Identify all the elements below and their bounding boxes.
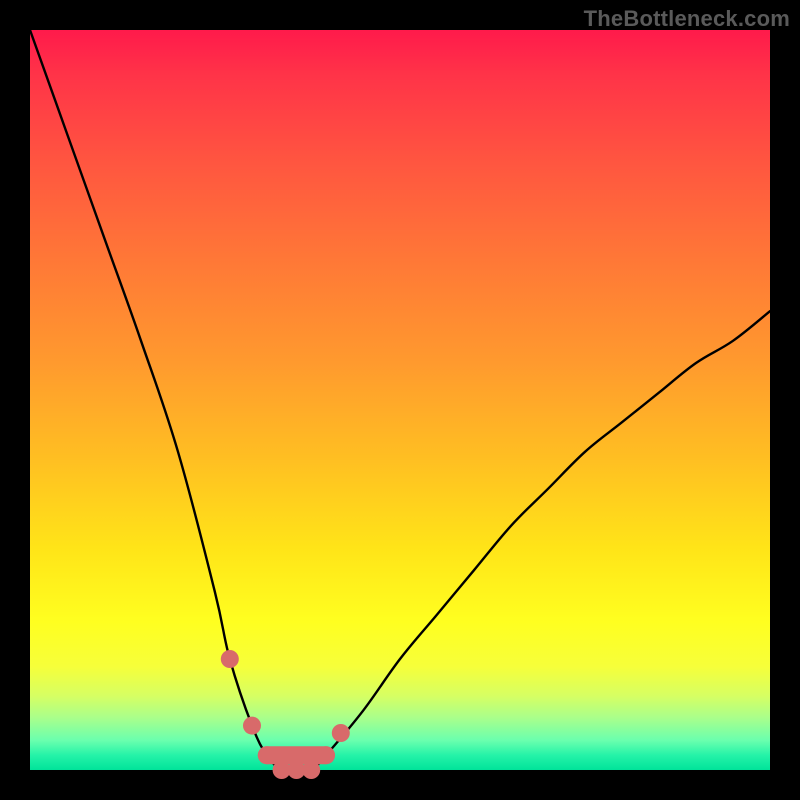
watermark-text: TheBottleneck.com: [584, 6, 790, 32]
highlight-marker: [243, 717, 261, 735]
plot-area: [30, 30, 770, 770]
highlight-marker-group: [221, 650, 350, 779]
highlight-marker: [302, 761, 320, 779]
highlight-marker: [258, 746, 276, 764]
highlight-marker: [221, 650, 239, 668]
bottleneck-svg: [30, 30, 770, 770]
highlight-marker: [332, 724, 350, 742]
chart-frame: TheBottleneck.com: [0, 0, 800, 800]
bottleneck-curve: [30, 30, 770, 771]
highlight-marker: [317, 746, 335, 764]
